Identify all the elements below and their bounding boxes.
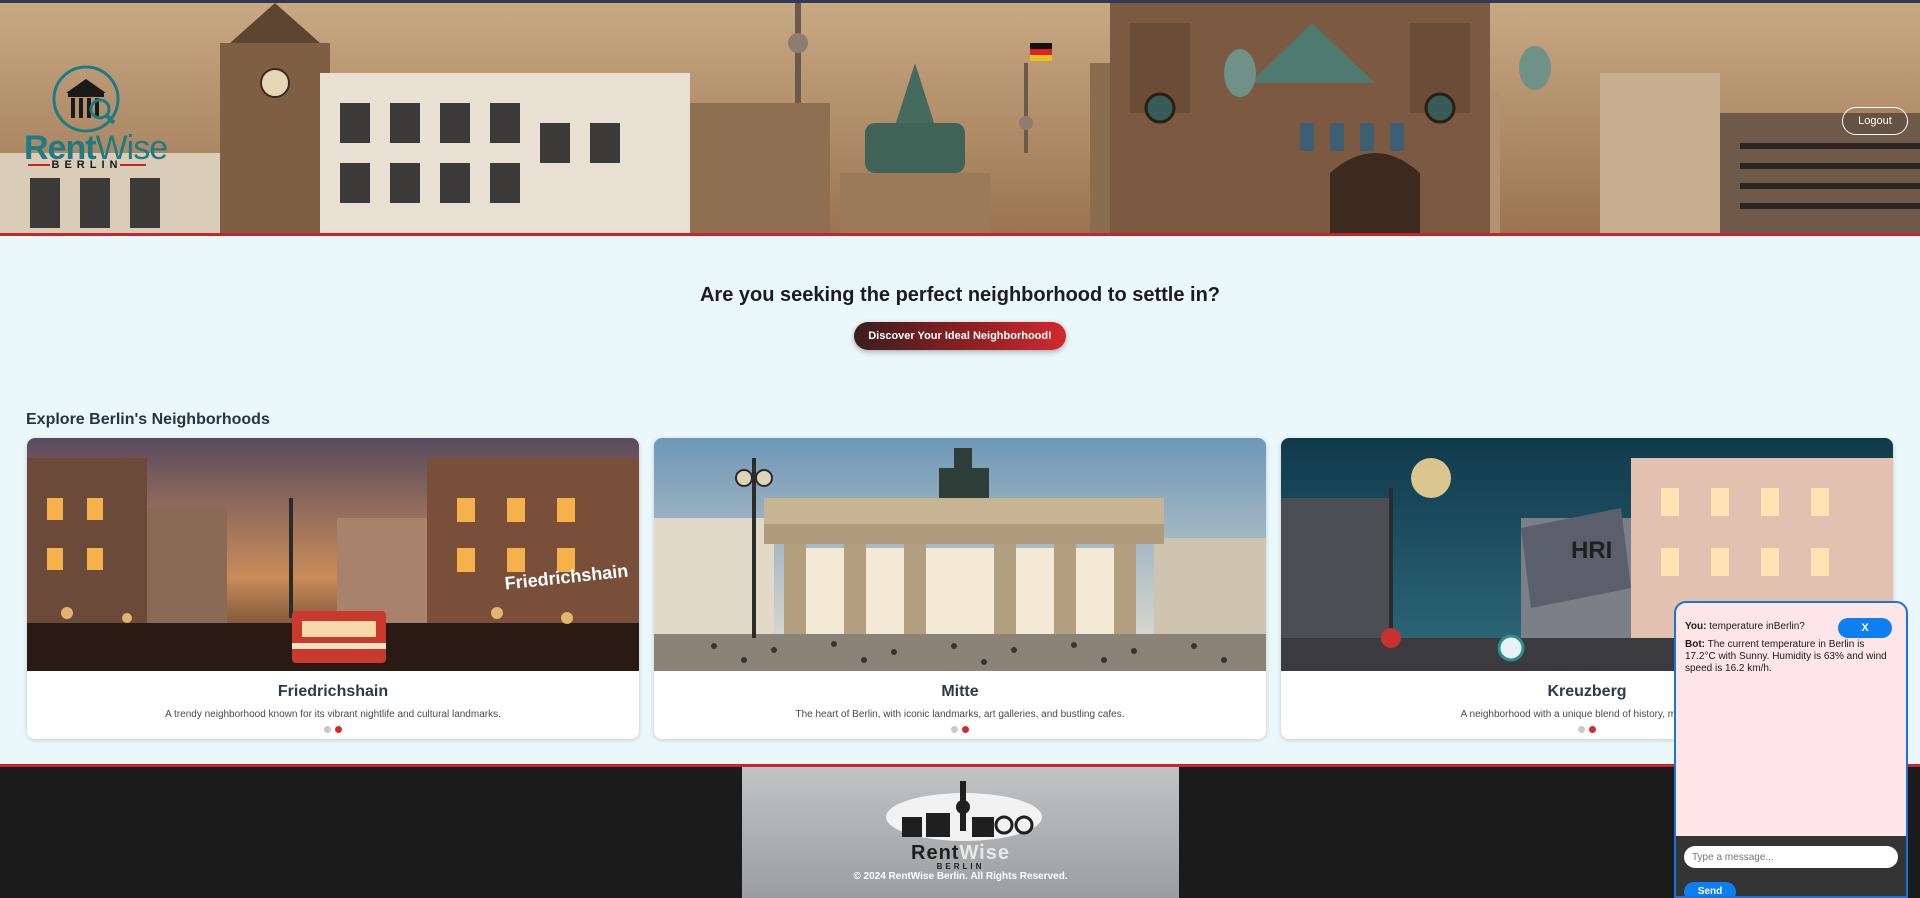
hero-title: Are you seeking the perfect neighborhood… xyxy=(699,284,1221,306)
footer-skyline-icon xyxy=(886,781,1042,841)
chat-send-button[interactable]: Send xyxy=(1684,882,1736,896)
neighborhood-card-friedrichshain[interactable]: Friedrichshain Friedrichshain A trendy n… xyxy=(27,438,639,739)
carousel-dot-2[interactable] xyxy=(1589,726,1596,733)
header-banner: RentWise BERLIN Logout xyxy=(0,0,1920,236)
carousel-dot-1[interactable] xyxy=(324,726,331,733)
svg-text:HRI: HRI xyxy=(1571,537,1612,564)
chat-speaker: Bot: xyxy=(1685,639,1705,650)
chat-widget: You: temperature inBerlin? Bot: The curr… xyxy=(1674,601,1908,898)
brandenburg-gate-image xyxy=(654,438,1266,671)
carousel-dot-1[interactable] xyxy=(1578,726,1585,733)
neighborhood-image: Friedrichshain xyxy=(27,438,639,671)
chat-message-input[interactable] xyxy=(1684,846,1898,868)
footer-copyright: © 2024 RentWise Berlin. All Rights Reser… xyxy=(853,871,1068,882)
card-description: The heart of Berlin, with iconic landmar… xyxy=(795,709,1125,720)
footer: RentWise BERLIN © 2024 RentWise Berlin. … xyxy=(0,764,1920,898)
chat-message-bot: Bot: The current temperature in Berlin i… xyxy=(1685,639,1891,675)
carousel-dot-1[interactable] xyxy=(951,726,958,733)
friedrichshain-street-image: Friedrichshain xyxy=(27,438,639,671)
carousel-dot-2[interactable] xyxy=(962,726,969,733)
carousel-dots[interactable] xyxy=(951,720,973,738)
footer-word-rent: Rent xyxy=(911,842,960,864)
card-description: A trendy neighborhood known for its vibr… xyxy=(165,709,501,720)
carousel-dots[interactable] xyxy=(1578,720,1600,738)
chat-input-bar: Send xyxy=(1676,836,1906,896)
discover-neighborhood-button[interactable]: Discover Your Ideal Neighborhood! xyxy=(854,322,1066,350)
card-title: Friedrichshain xyxy=(277,683,389,700)
card-title: Mitte xyxy=(941,683,979,700)
section-title: Explore Berlin's Neighborhoods xyxy=(26,411,270,428)
chat-speaker: You: xyxy=(1685,621,1707,632)
footer-subtitle: BERLIN xyxy=(936,862,985,871)
carousel-dot-2[interactable] xyxy=(335,726,342,733)
logout-button[interactable]: Logout xyxy=(1842,107,1908,135)
footer-logo-panel: RentWise BERLIN © 2024 RentWise Berlin. … xyxy=(742,767,1179,898)
logo-subtitle: BERLIN xyxy=(51,159,123,171)
neighborhood-image xyxy=(654,438,1266,671)
carousel-dots[interactable] xyxy=(324,720,346,738)
neighborhood-card-mitte[interactable]: Mitte The heart of Berlin, with iconic l… xyxy=(654,438,1266,739)
footer-word-wise: Wise xyxy=(959,842,1010,864)
chat-text: The current temperature in Berlin is 17.… xyxy=(1685,639,1887,674)
chat-text: temperature inBerlin? xyxy=(1709,621,1805,632)
berlin-skyline-illustration xyxy=(0,3,1920,233)
chat-close-button[interactable]: X xyxy=(1838,618,1892,638)
